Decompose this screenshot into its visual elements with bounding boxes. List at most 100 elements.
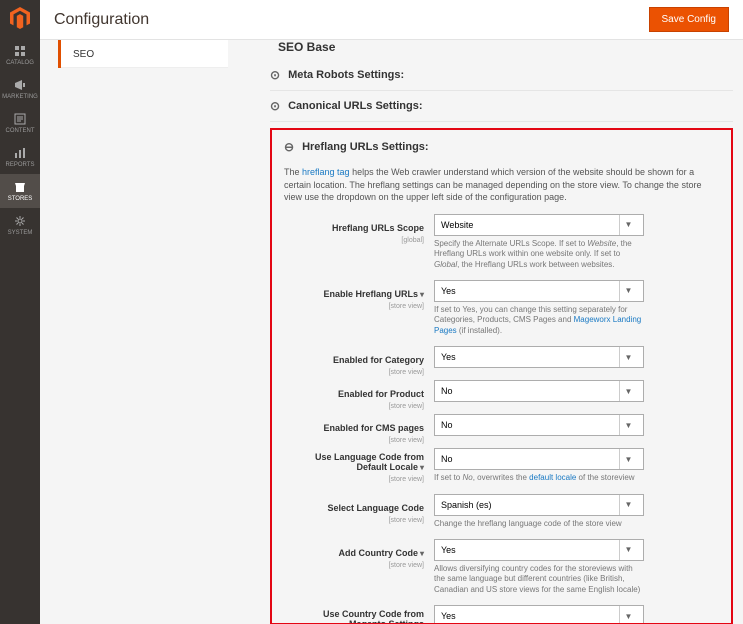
chevron-down-icon: ▼ [619, 540, 637, 560]
nav-label: CATALOG [6, 60, 34, 66]
label-enabled-category: Enabled for Category [333, 355, 424, 365]
marketing-icon [13, 78, 27, 92]
chevron-down-icon: ▼ [619, 495, 637, 515]
gear-icon [13, 214, 27, 228]
row-enabled-category: Enabled for Category [store view] Yes ▼ [284, 346, 719, 376]
chevron-down-icon: ▼ [619, 415, 637, 435]
chevron-down-icon: ▼ [619, 281, 637, 301]
select-enabled-product[interactable]: No ▼ [434, 380, 644, 402]
nav-label: REPORTS [6, 162, 35, 168]
help-enable-hreflang: If set to Yes, you can change this setti… [434, 305, 644, 336]
scope-hint: [global] [284, 237, 424, 244]
select-value: Yes [441, 352, 456, 362]
content-icon [13, 112, 27, 126]
seo-base-heading: SEO Base [278, 40, 733, 54]
intro-text: The [284, 167, 302, 177]
row-enabled-product: Enabled for Product [store view] No ▼ [284, 380, 719, 410]
page-header: Configuration Save Config [40, 0, 743, 40]
help-lang-code: Change the hreflang language code of the… [434, 519, 644, 529]
main-content: SEO SEO Base ⊙ Meta Robots Settings: ⊙ C… [40, 40, 743, 624]
nav-content[interactable]: CONTENT [0, 106, 40, 140]
scope-hint: [store view] [284, 476, 424, 483]
scope-hint: [store view] [284, 562, 424, 569]
catalog-icon [13, 44, 27, 58]
label-enabled-cms: Enabled for CMS pages [323, 423, 424, 433]
select-value: No [441, 386, 453, 396]
nav-label: MARKETING [2, 94, 38, 100]
accordion-canonical[interactable]: ⊙ Canonical URLs Settings: [270, 91, 733, 122]
help-lang-default: If set to No, overwrites the default loc… [434, 473, 644, 483]
label-add-country: Add Country Code▾ [338, 548, 424, 558]
nav-marketing[interactable]: MARKETING [0, 72, 40, 106]
config-panel: SEO Base ⊙ Meta Robots Settings: ⊙ Canon… [270, 40, 739, 624]
hreflang-section: ⊖ Hreflang URLs Settings: The hreflang t… [270, 128, 733, 624]
select-enabled-category[interactable]: Yes ▼ [434, 346, 644, 368]
nav-reports[interactable]: REPORTS [0, 140, 40, 174]
row-lang-code: Select Language Code [store view] Spanish… [284, 494, 719, 529]
chevron-collapsed-icon: ⊙ [270, 99, 280, 113]
chevron-down-icon: ▼ [619, 449, 637, 469]
scope-hint: [store view] [284, 517, 424, 524]
select-value: Yes [441, 611, 456, 621]
nav-stores[interactable]: STORES [0, 174, 40, 208]
row-add-country: Add Country Code▾ [store view] Yes ▼ Allow… [284, 539, 719, 595]
scope-hint: [store view] [284, 437, 424, 444]
label-enable-hreflang: Enable Hreflang URLs▾ [323, 289, 424, 299]
row-lang-default: Use Language Code from Default Locale▾ [s… [284, 448, 719, 483]
accordion-hreflang[interactable]: ⊖ Hreflang URLs Settings: [284, 138, 719, 162]
label-hreflang-scope: Hreflang URLs Scope [332, 223, 424, 233]
hreflang-form: Hreflang URLs Scope [global] Website ▼ S… [284, 214, 719, 624]
chevron-collapsed-icon: ⊙ [270, 68, 280, 82]
nav-label: SYSTEM [8, 230, 33, 236]
select-add-country[interactable]: Yes ▼ [434, 539, 644, 561]
select-enabled-cms[interactable]: No ▼ [434, 414, 644, 436]
row-hreflang-scope: Hreflang URLs Scope [global] Website ▼ S… [284, 214, 719, 270]
chevron-down-icon: ▼ [619, 215, 637, 235]
row-enabled-cms: Enabled for CMS pages [store view] No ▼ [284, 414, 719, 444]
nav-catalog[interactable]: CATALOG [0, 38, 40, 72]
select-lang-default[interactable]: No ▼ [434, 448, 644, 470]
select-enable-hreflang[interactable]: Yes ▼ [434, 280, 644, 302]
select-value: No [441, 454, 453, 464]
select-hreflang-scope[interactable]: Website ▼ [434, 214, 644, 236]
accordion-label: Hreflang URLs Settings: [302, 141, 429, 153]
select-country-magento[interactable]: Yes ▼ [434, 605, 644, 624]
scope-hint: [store view] [284, 369, 424, 376]
stores-icon [13, 180, 27, 194]
accordion-meta-robots[interactable]: ⊙ Meta Robots Settings: [270, 60, 733, 91]
select-value: Yes [441, 286, 456, 296]
row-country-magento: Use Country Code from Magento Settings▾[… [284, 605, 719, 624]
default-locale-link[interactable]: default locale [529, 473, 576, 482]
accordion-label: Meta Robots Settings: [288, 69, 404, 81]
magento-logo-icon [6, 4, 34, 32]
page-title: Configuration [54, 11, 149, 29]
select-value: No [441, 420, 453, 430]
accordion-label: Canonical URLs Settings: [288, 100, 422, 112]
nav-label: CONTENT [6, 128, 35, 134]
config-sidebar: SEO [58, 40, 228, 68]
select-value: Spanish (es) [441, 500, 492, 510]
reports-icon [13, 146, 27, 160]
nav-system[interactable]: SYSTEM [0, 208, 40, 242]
hreflang-tag-link[interactable]: hreflang tag [302, 167, 350, 177]
chevron-down-icon: ▼ [619, 381, 637, 401]
label-country-magento: Use Country Code from Magento Settings▾ [284, 609, 424, 624]
hreflang-intro: The hreflang tag helps the Web crawler u… [284, 166, 719, 204]
select-lang-code[interactable]: Spanish (es) ▼ [434, 494, 644, 516]
help-hreflang-scope: Specify the Alternate URLs Scope. If set… [434, 239, 644, 270]
nav-label: STORES [8, 196, 33, 202]
label-lang-default: Use Language Code from Default Locale▾ [284, 452, 424, 472]
admin-left-nav: CATALOG MARKETING CONTENT REPORTS STORES… [0, 0, 40, 624]
scope-hint: [store view] [284, 303, 424, 310]
chevron-down-icon: ▼ [619, 606, 637, 624]
help-add-country: Allows diversifying country codes for th… [434, 564, 644, 595]
label-lang-code: Select Language Code [327, 503, 424, 513]
chevron-expanded-icon: ⊖ [284, 140, 294, 154]
select-value: Website [441, 220, 473, 230]
sidebar-tab-seo[interactable]: SEO [58, 40, 228, 68]
scope-hint: [store view] [284, 403, 424, 410]
label-enabled-product: Enabled for Product [338, 389, 424, 399]
chevron-down-icon: ▼ [619, 347, 637, 367]
save-config-button[interactable]: Save Config [649, 7, 729, 32]
select-value: Yes [441, 545, 456, 555]
